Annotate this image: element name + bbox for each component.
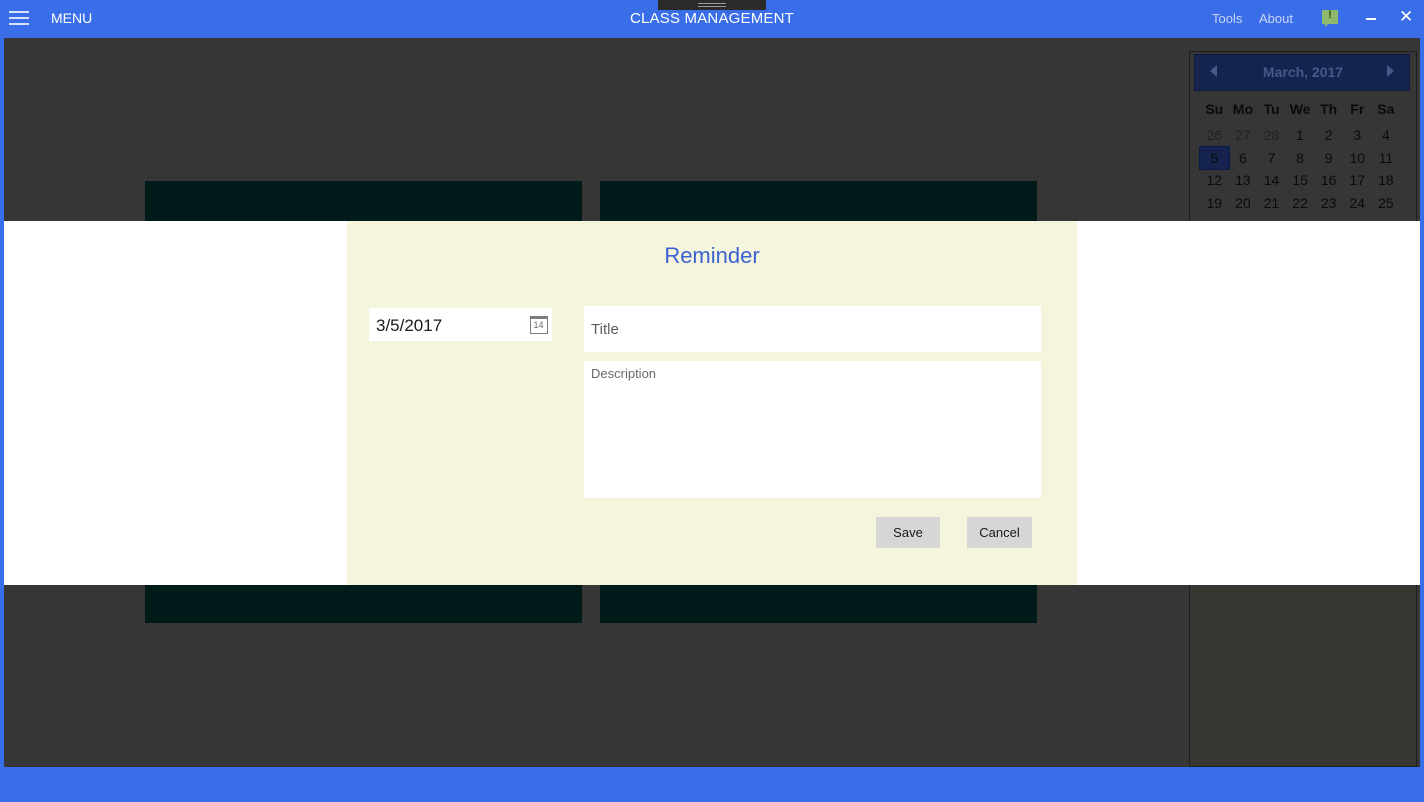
calendar-icon[interactable]: 14 xyxy=(530,316,548,334)
calendar-day[interactable]: 11 xyxy=(1372,147,1401,170)
next-month-icon[interactable] xyxy=(1387,65,1394,77)
calendar-grid: Su Mo Tu We Th Fr Sa 26 27 28 1 2 3 4 5 6 7 8 9 10 11 12 13 14 1… xyxy=(1199,98,1410,215)
calendar-day[interactable]: 2 xyxy=(1314,124,1343,147)
date-picker[interactable]: 3/5/2017 14 xyxy=(369,308,552,341)
about-link[interactable]: About xyxy=(1259,11,1293,26)
calendar-day[interactable]: 8 xyxy=(1286,147,1315,170)
calendar-day[interactable]: 21 xyxy=(1257,192,1286,215)
app-window: MENU CLASS MANAGEMENT Tools About ✕ Marc… xyxy=(0,0,1424,802)
calendar-day[interactable]: 10 xyxy=(1343,147,1372,170)
calendar-day[interactable]: 7 xyxy=(1257,147,1286,170)
tools-link[interactable]: Tools xyxy=(1212,11,1242,26)
feedback-icon[interactable] xyxy=(1322,9,1338,27)
calendar-weekday-label: Th xyxy=(1320,101,1338,117)
calendar-weekday-label: Su xyxy=(1205,101,1224,117)
calendar-day[interactable]: 25 xyxy=(1372,192,1401,215)
calendar-day[interactable]: 15 xyxy=(1286,169,1315,192)
calendar-day[interactable]: 22 xyxy=(1286,192,1315,215)
app-title: CLASS MANAGEMENT xyxy=(629,10,795,27)
status-bar xyxy=(0,770,1424,802)
calendar-month-label[interactable]: March, 2017 xyxy=(1195,64,1411,80)
calendar-day[interactable]: 19 xyxy=(1200,192,1229,215)
drag-handle[interactable] xyxy=(658,0,766,10)
reminder-dialog: Reminder 3/5/2017 14 Save Cancel xyxy=(347,221,1077,585)
calendar-icon-day: 14 xyxy=(533,320,544,330)
cancel-button[interactable]: Cancel xyxy=(967,517,1032,548)
calendar-day[interactable]: 6 xyxy=(1229,147,1258,170)
date-value[interactable]: 3/5/2017 xyxy=(376,316,442,336)
calendar-day[interactable]: 16 xyxy=(1314,169,1343,192)
calendar-panel-bottom xyxy=(1190,588,1416,766)
calendar-day[interactable]: 5 xyxy=(1199,145,1230,170)
close-button[interactable]: ✕ xyxy=(1399,7,1413,27)
calendar-day[interactable]: 13 xyxy=(1229,169,1258,192)
save-button[interactable]: Save xyxy=(876,517,940,548)
minimize-button[interactable] xyxy=(1366,18,1376,20)
calendar-weekday-label: Fr xyxy=(1350,101,1365,117)
calendar-weekday-label: We xyxy=(1289,101,1311,117)
calendar-day[interactable]: 27 xyxy=(1229,124,1258,147)
calendar-day[interactable]: 24 xyxy=(1343,192,1372,215)
calendar-week-row: 26 27 28 1 2 3 4 xyxy=(1200,124,1410,147)
calendar-day[interactable]: 12 xyxy=(1200,169,1229,192)
calendar-day[interactable]: 26 xyxy=(1200,124,1229,147)
calendar-day[interactable]: 20 xyxy=(1229,192,1258,215)
title-input[interactable] xyxy=(584,306,1041,352)
calendar-week-row: 12 13 14 15 16 17 18 xyxy=(1200,169,1410,192)
calendar-weekday-label: Tu xyxy=(1263,101,1280,117)
calendar-week-row: 19 20 21 22 23 24 25 xyxy=(1200,192,1410,215)
calendar-day[interactable]: 23 xyxy=(1314,192,1343,215)
calendar-day[interactable]: 9 xyxy=(1314,147,1343,170)
calendar-week-row: 5 6 7 8 9 10 11 xyxy=(1199,145,1410,170)
calendar-weekday-row: Su Mo Tu We Th Fr Sa xyxy=(1200,98,1410,124)
calendar-day[interactable]: 14 xyxy=(1257,169,1286,192)
calendar-header: March, 2017 xyxy=(1194,54,1410,91)
calendar-weekday-label: Mo xyxy=(1232,101,1253,117)
calendar-day[interactable]: 17 xyxy=(1343,169,1372,192)
dialog-title: Reminder xyxy=(664,243,760,268)
title-bar: MENU CLASS MANAGEMENT Tools About ✕ xyxy=(0,0,1424,36)
calendar-day[interactable]: 3 xyxy=(1343,124,1372,147)
calendar-day[interactable]: 1 xyxy=(1286,124,1315,147)
description-input[interactable] xyxy=(584,361,1041,498)
calendar-day[interactable]: 4 xyxy=(1372,124,1401,147)
calendar-day[interactable]: 28 xyxy=(1257,124,1286,147)
calendar-weekday-label: Sa xyxy=(1377,101,1395,117)
calendar-day[interactable]: 18 xyxy=(1372,169,1401,192)
